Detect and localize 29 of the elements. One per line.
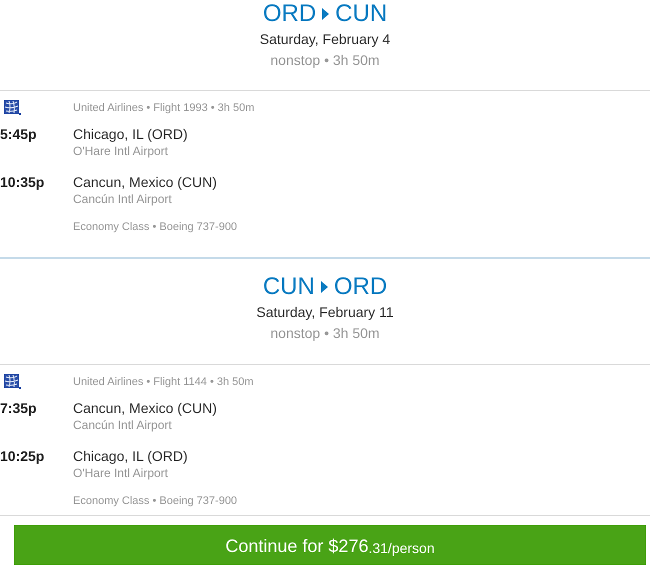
city: Chicago, IL (ORD) — [73, 446, 188, 464]
airport-name: Cancún Intl Airport — [73, 190, 173, 206]
city: Chicago, IL (ORD) — [73, 124, 188, 142]
origin-code: ORD — [262, 0, 316, 28]
airport-name: O'Hare Intl Airport — [73, 142, 169, 158]
continue-button[interactable]: Continue for $276.31/person — [14, 525, 646, 565]
flight-date: Saturday, February 11 — [256, 303, 394, 321]
flight-date: Saturday, February 4 — [260, 30, 390, 48]
flight-summary: nonstop • 3h 50m — [270, 51, 380, 69]
origin-code: CUN — [262, 273, 315, 301]
flight-details: Economy Class • Boeing 737-900 — [73, 220, 238, 234]
flight-info: United Airlines • Flight 1993 • 3h 50m — [73, 101, 254, 116]
airline-logo-icon — [4, 374, 21, 390]
city: Cancun, Mexico (CUN) — [73, 172, 217, 190]
destination-code: CUN — [335, 0, 388, 28]
airport-name: O'Hare Intl Airport — [73, 464, 169, 480]
time: 10:25p — [0, 446, 46, 466]
flight-details: Economy Class • Boeing 737-900 — [73, 494, 238, 508]
airport-name: Cancún Intl Airport — [73, 416, 173, 432]
time: 5:45p — [0, 124, 38, 144]
flight-summary: nonstop • 3h 50m — [270, 324, 380, 342]
destination-code: ORD — [334, 273, 388, 301]
time: 10:35p — [0, 172, 46, 192]
airline-logo-icon — [4, 100, 21, 116]
city: Cancun, Mexico (CUN) — [73, 398, 217, 416]
flight-info: United Airlines • Flight 1144 • 3h 50m — [73, 375, 254, 390]
caret-right-icon — [322, 8, 330, 20]
caret-right-icon — [320, 281, 328, 293]
time: 7:35p — [0, 398, 38, 418]
